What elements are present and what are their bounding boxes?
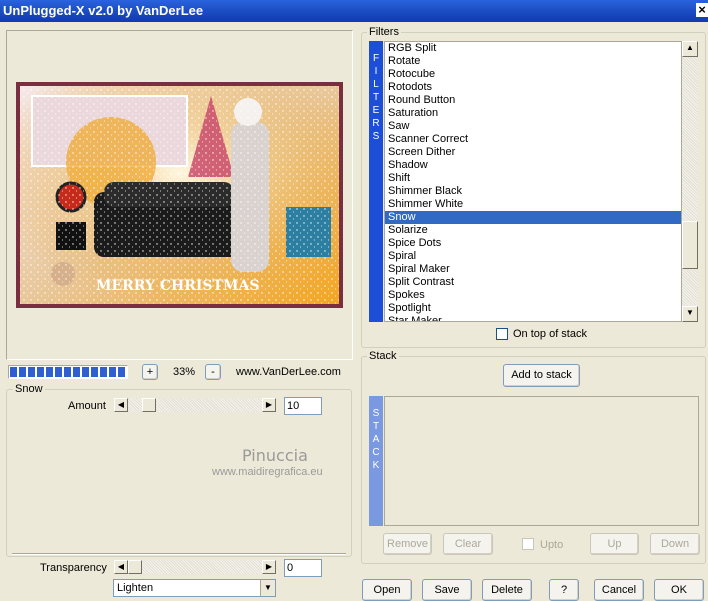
transparency-slider-track[interactable] [128,560,262,574]
transparency-decrease-arrow[interactable]: ◀ [114,560,128,574]
filter-list-item[interactable]: Spiral [385,250,681,263]
watermark-name: Pinuccia [242,446,308,465]
sidebar-letter: S [372,408,380,419]
open-button[interactable]: Open [362,579,412,601]
snow-group-label: Snow [13,383,45,395]
stack-list[interactable] [384,396,699,526]
transparency-field[interactable]: 0 [284,559,322,577]
blend-mode-value: Lighten [117,582,154,594]
filter-list-item[interactable]: Spotlight [385,302,681,315]
on-top-checkbox[interactable] [496,328,508,340]
sidebar-letter: A [372,434,380,445]
filter-list-item[interactable]: Spokes [385,289,681,302]
sidebar-letter: T [372,92,380,103]
filter-list-item[interactable]: Saw [385,120,681,133]
watermark-url: www.maidiregrafica.eu [212,466,323,478]
transparency-increase-arrow[interactable]: ▶ [262,560,276,574]
filter-list-item[interactable]: Round Button [385,94,681,107]
zoom-in-button[interactable]: + [142,364,158,380]
ok-button[interactable]: OK [654,579,704,601]
transparency-label: Transparency [40,562,107,574]
filter-list-item[interactable]: Solarize [385,224,681,237]
sidebar-letter: S [372,131,380,142]
amount-slider-thumb[interactable] [142,398,156,412]
scroll-up-icon[interactable]: ▲ [682,41,698,57]
clear-button[interactable]: Clear [443,533,493,555]
chevron-down-icon[interactable]: ▼ [260,580,275,596]
filters-sidebar: FILTERS [369,41,383,322]
filters-sidebar-letters: FILTERS [369,53,383,144]
amount-increase-arrow[interactable]: ▶ [262,398,276,412]
window-title: UnPlugged-X v2.0 by VanDerLee [3,3,204,18]
website-link[interactable]: www.VanDerLee.com [236,366,341,378]
filter-list-item[interactable]: Shimmer Black [385,185,681,198]
amount-field[interactable]: 10 [284,397,322,415]
sidebar-letter: R [372,118,380,129]
zoom-out-button[interactable]: - [205,364,221,380]
filter-list-item[interactable]: Spiral Maker [385,263,681,276]
filter-list-item[interactable]: Saturation [385,107,681,120]
filter-list-item[interactable]: Shift [385,172,681,185]
preview-image: MERRY CHRISTMAS [16,82,343,308]
filter-list-item[interactable]: Star Maker [385,315,681,321]
add-to-stack-button[interactable]: Add to stack [503,364,580,387]
progress-bar [8,365,128,379]
title-bar: UnPlugged-X v2.0 by VanDerLee × [0,0,708,22]
filter-list-item[interactable]: Shadow [385,159,681,172]
down-button[interactable]: Down [650,533,700,555]
filter-list-item[interactable]: Screen Dither [385,146,681,159]
stack-group-label: Stack [367,350,399,362]
blend-mode-select[interactable]: Lighten ▼ [113,579,276,597]
filter-list-item[interactable]: Scanner Correct [385,133,681,146]
cancel-button[interactable]: Cancel [594,579,644,601]
stack-sidebar: STACK [369,396,383,526]
sidebar-letter: F [372,53,380,64]
sidebar-letter: I [374,66,378,77]
amount-label: Amount [68,400,106,412]
close-button[interactable]: × [696,3,708,17]
filter-list[interactable]: RGB Split Rotate Rotocube Rotodots Round But… [384,41,682,322]
filter-list-item[interactable]: RGB Split [385,42,681,55]
filter-list-item[interactable]: Rotodots [385,81,681,94]
upto-label: Upto [540,539,564,551]
on-top-label: On top of stack [513,328,587,340]
remove-button[interactable]: Remove [383,533,432,555]
sidebar-letter: K [372,460,380,471]
progress-fill [10,367,126,377]
sidebar-letter: C [372,447,380,458]
filters-group-label: Filters [367,26,401,38]
save-button[interactable]: Save [422,579,472,601]
filter-list-item[interactable]: Split Contrast [385,276,681,289]
sidebar-letter: E [372,105,380,116]
up-button[interactable]: Up [590,533,639,555]
sidebar-letter: T [372,421,380,432]
stack-sidebar-letters: STACK [369,408,383,473]
preview-panel[interactable]: MERRY CHRISTMAS [6,30,353,360]
filter-list-item[interactable]: Snow [385,211,681,224]
sidebar-letter: L [373,79,379,90]
transparency-slider-thumb[interactable] [128,560,142,574]
zoom-level: 33% [172,366,196,378]
filter-list-item[interactable]: Rotocube [385,68,681,81]
filter-list-item[interactable]: Shimmer White [385,198,681,211]
scrollbar-thumb[interactable] [682,221,698,269]
filter-list-item[interactable]: Spice Dots [385,237,681,250]
help-button[interactable]: ? [549,579,579,601]
filter-list-item[interactable]: Rotate [385,55,681,68]
filter-list-scrollbar[interactable]: ▲ ▼ [682,41,698,322]
upto-checkbox[interactable] [522,538,534,550]
greeting-text: MERRY CHRISTMAS [96,278,259,294]
scroll-down-icon[interactable]: ▼ [682,306,698,322]
separator [12,553,346,555]
amount-decrease-arrow[interactable]: ◀ [114,398,128,412]
delete-button[interactable]: Delete [482,579,532,601]
